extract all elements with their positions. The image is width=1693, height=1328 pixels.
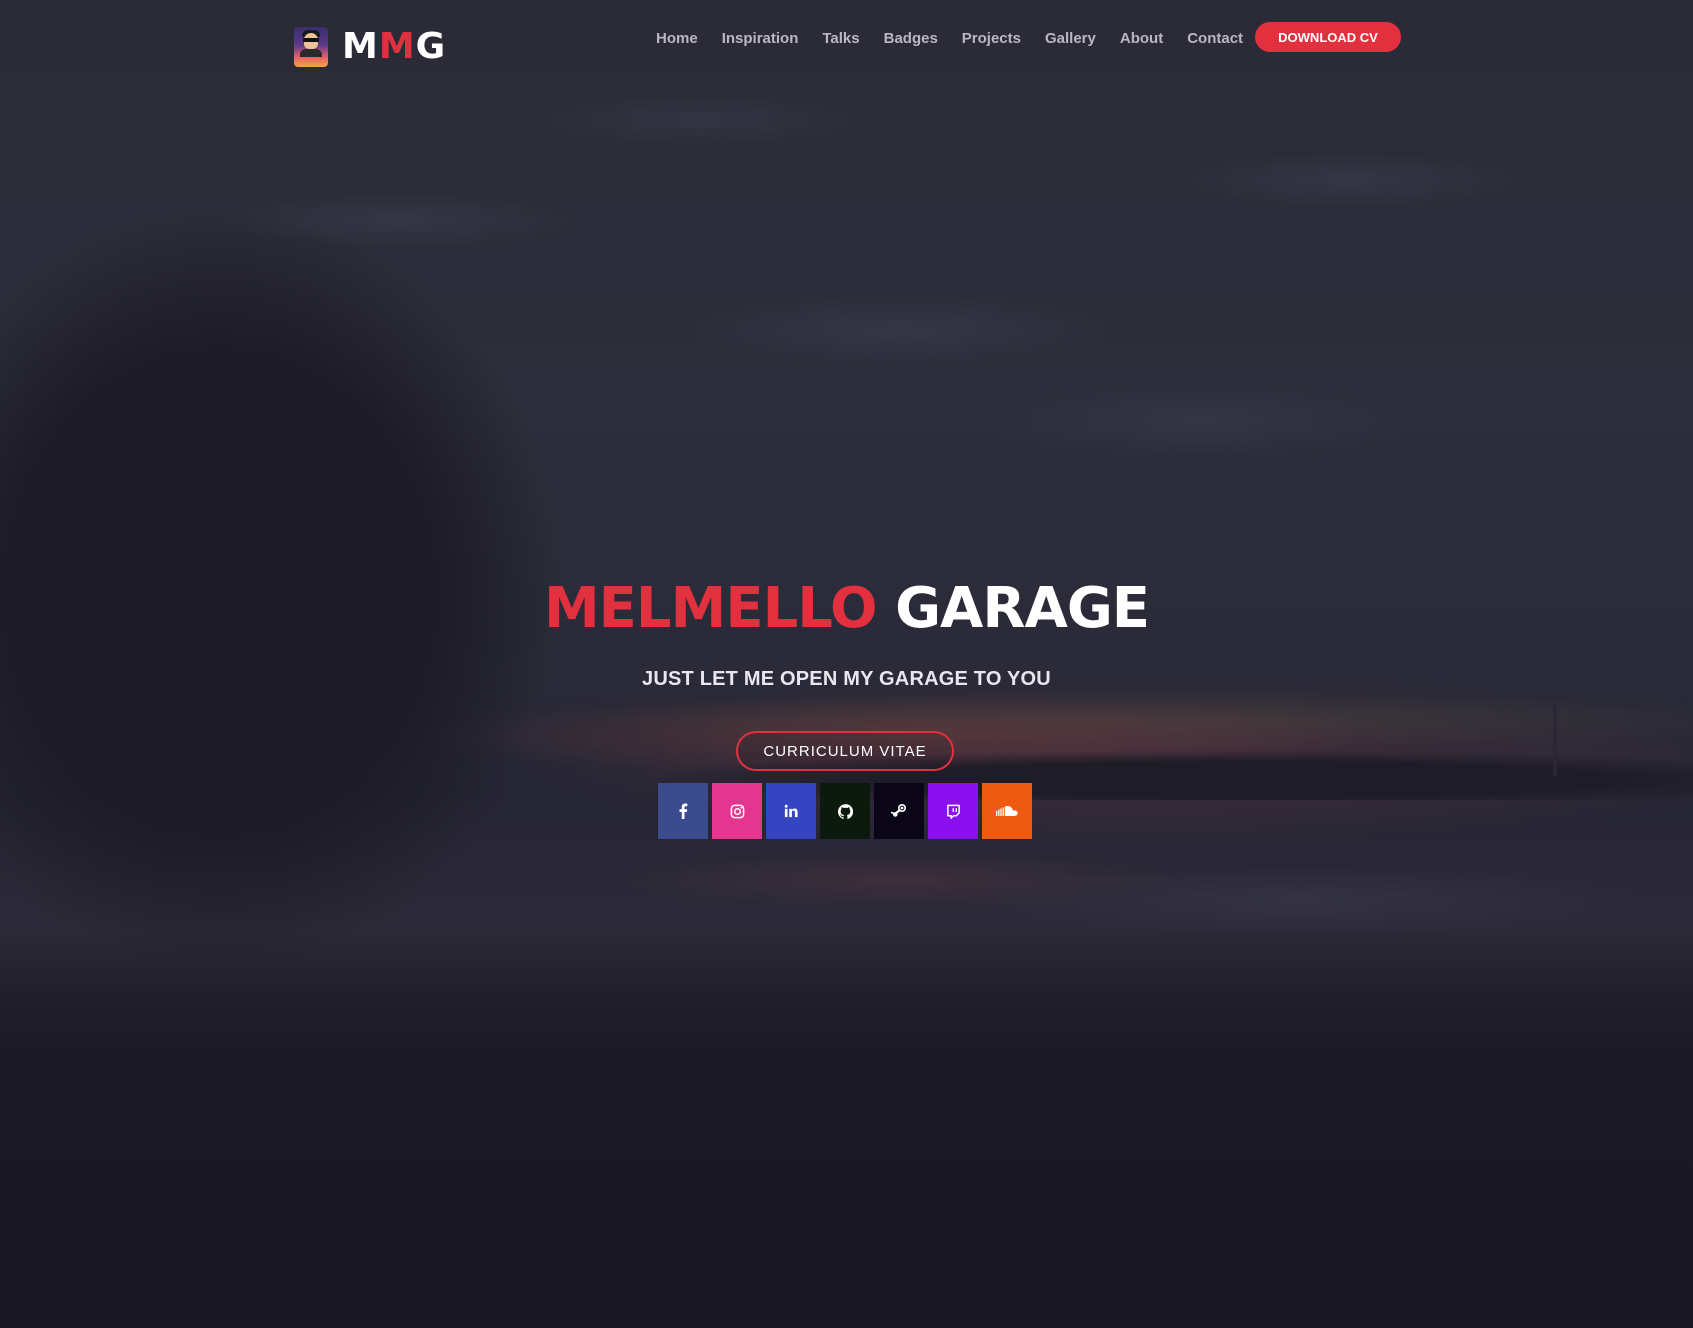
github-icon <box>837 803 853 819</box>
hero-subtitle: JUST LET ME OPEN MY GARAGE TO YOU <box>642 668 1051 690</box>
main-nav: Home Inspiration Talks Badges Projects G… <box>656 27 1243 49</box>
github-link[interactable] <box>820 783 870 839</box>
brand-letter-3: G <box>415 26 447 67</box>
facebook-link[interactable] <box>658 783 708 839</box>
soundcloud-link[interactable] <box>982 783 1032 839</box>
nav-about[interactable]: About <box>1120 30 1163 47</box>
hero-background <box>0 0 1693 1328</box>
navbar: MMG Home Inspiration Talks Badges Projec… <box>0 0 1693 80</box>
distant-tower <box>1553 706 1557 776</box>
soundcloud-icon <box>996 806 1018 816</box>
steam-icon <box>891 803 907 817</box>
brand-letter-2: M <box>378 26 416 67</box>
facebook-icon <box>679 803 688 819</box>
brand-link[interactable]: MMG <box>294 26 446 68</box>
twitch-link[interactable] <box>928 783 978 839</box>
nav-talks[interactable]: Talks <box>822 30 859 47</box>
social-links <box>658 783 1032 839</box>
nav-projects[interactable]: Projects <box>962 30 1021 47</box>
steam-link[interactable] <box>874 783 924 839</box>
hero-title-accent: MELMELLO <box>543 576 878 641</box>
nav-badges[interactable]: Badges <box>884 30 938 47</box>
download-cv-button[interactable]: DOWNLOAD CV <box>1255 22 1401 52</box>
brand-letter-1: M <box>342 26 379 67</box>
linkedin-icon <box>784 804 798 818</box>
nav-gallery[interactable]: Gallery <box>1045 30 1096 47</box>
brand-wordmark: MMG <box>342 26 446 68</box>
linkedin-link[interactable] <box>766 783 816 839</box>
avatar-logo-icon <box>294 27 328 67</box>
hero-title: MELMELLO GARAGE <box>0 576 1693 642</box>
instagram-link[interactable] <box>712 783 762 839</box>
instagram-icon <box>730 804 744 818</box>
curriculum-vitae-button[interactable]: CURRICULUM VITAE <box>736 731 954 771</box>
hero-title-main: GARAGE <box>895 576 1150 641</box>
nav-home[interactable]: Home <box>656 30 698 47</box>
nav-contact[interactable]: Contact <box>1187 30 1243 47</box>
nav-inspiration[interactable]: Inspiration <box>722 30 799 47</box>
foreground-vegetation <box>0 930 1693 1328</box>
twitch-icon <box>946 804 960 819</box>
